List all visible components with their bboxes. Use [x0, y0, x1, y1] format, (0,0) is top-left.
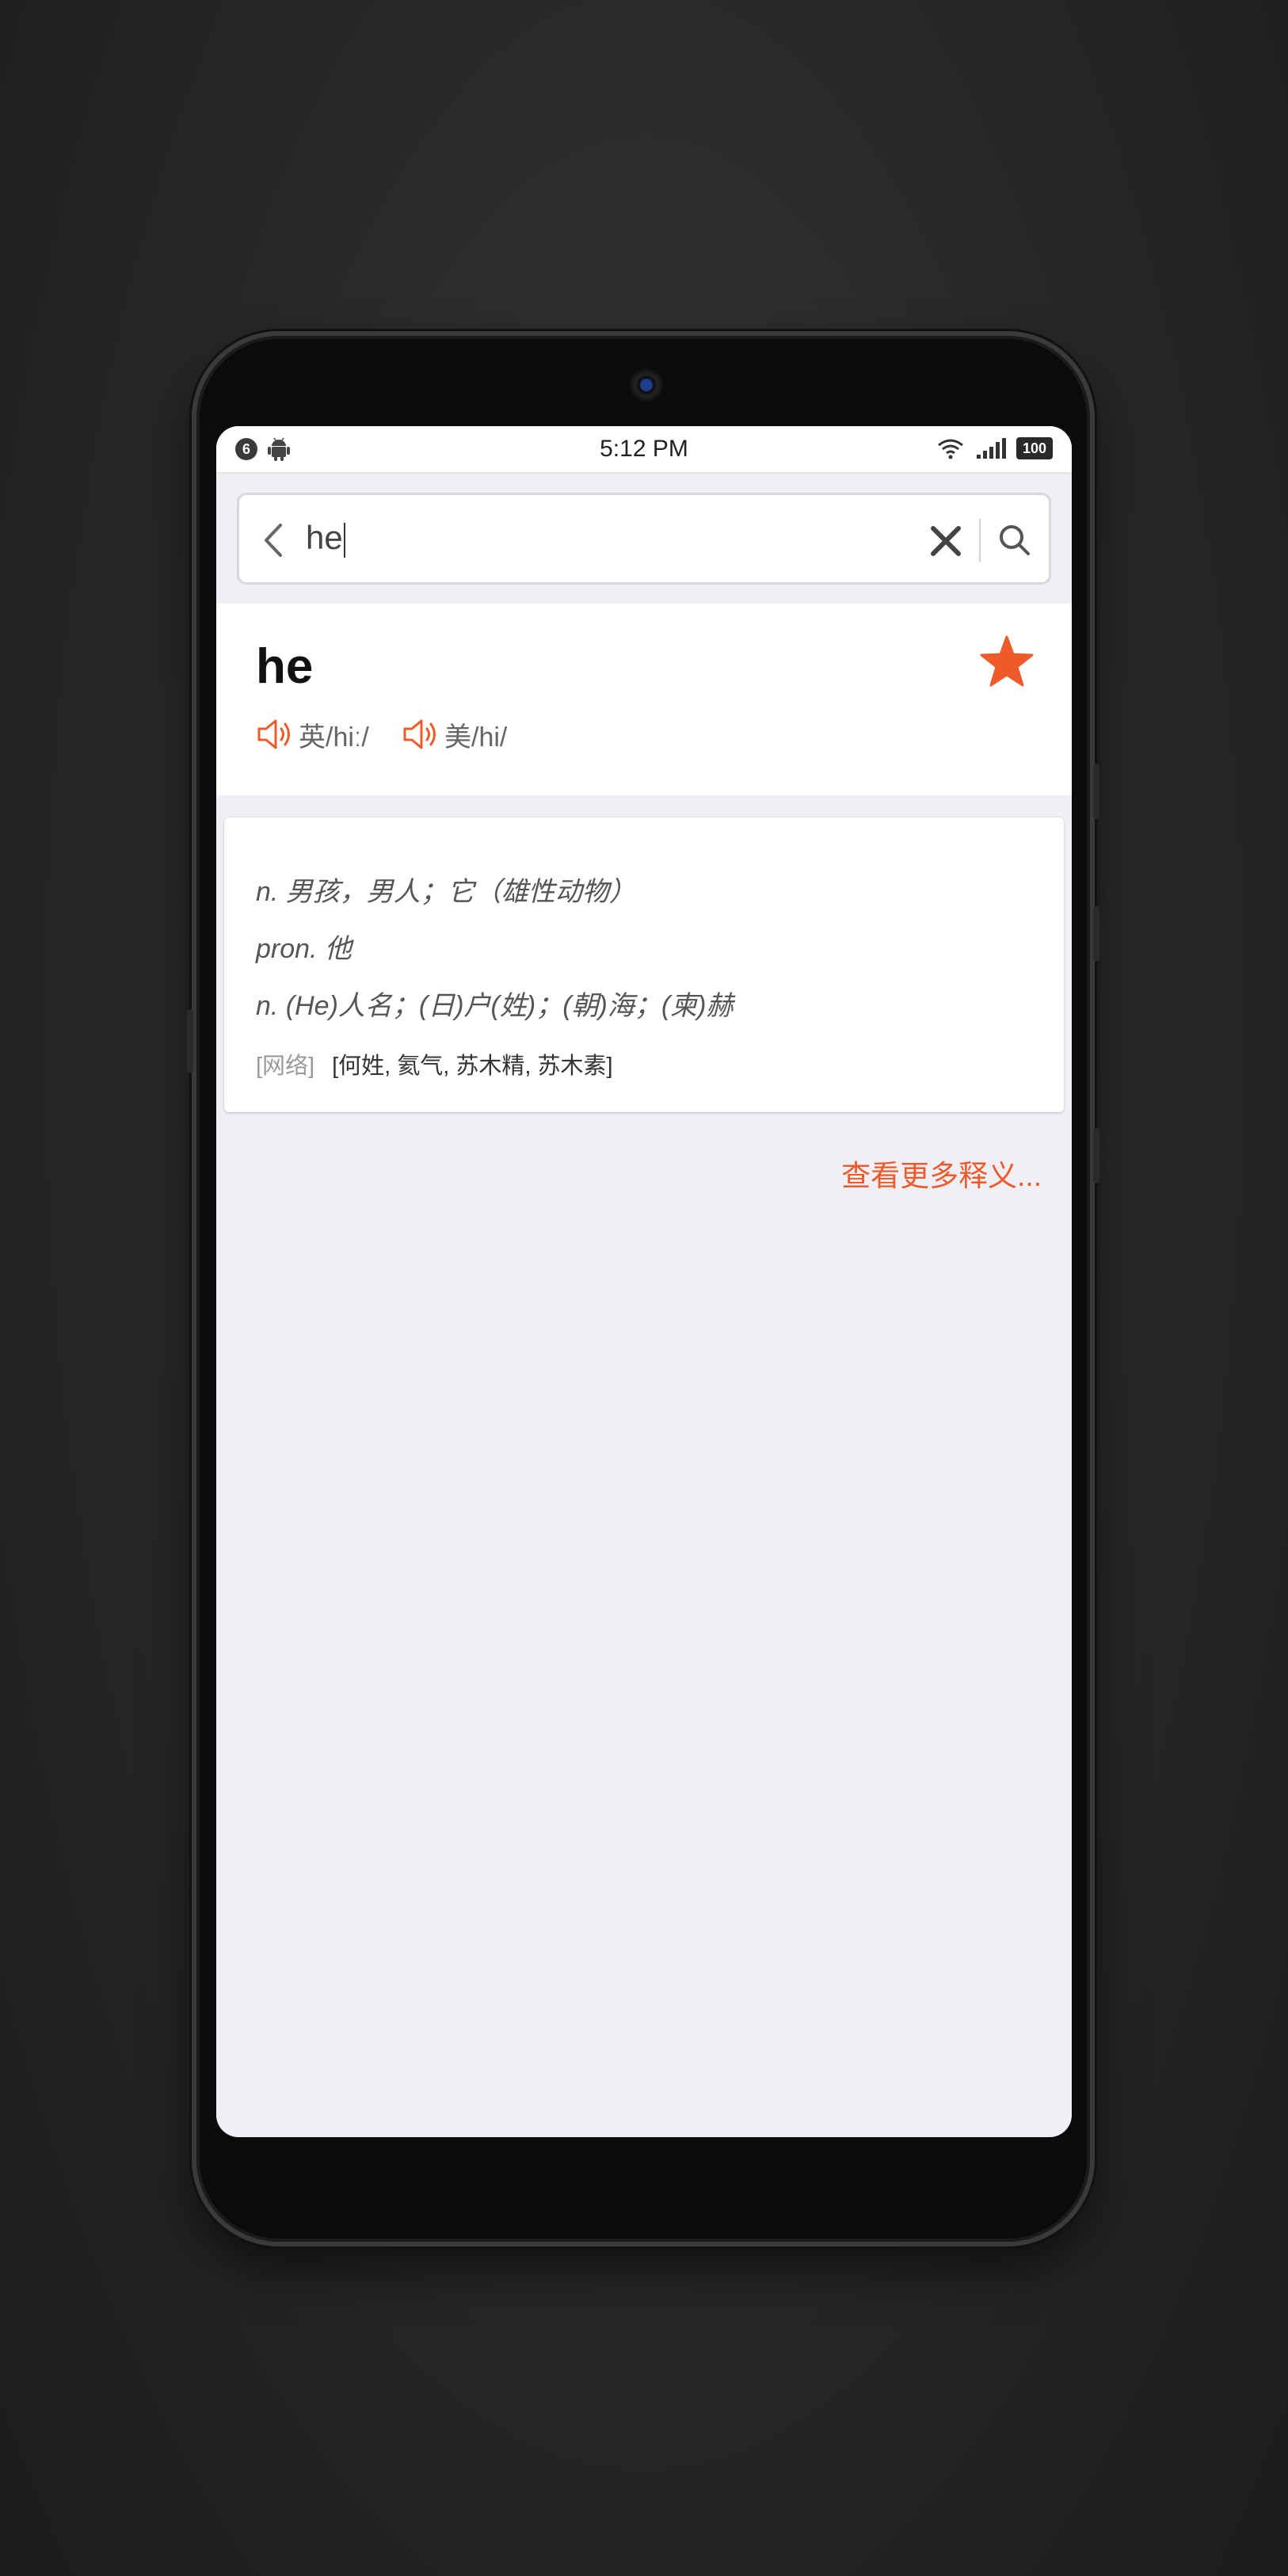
battery-icon: 100: [1016, 437, 1053, 459]
screen: 6 5:12 PM 100 he he 英/hiː/ 美/hi/ n. 男孩，男…: [216, 426, 1072, 2137]
definitions-card: n. 男孩，男人；它（雄性动物） pron. 他 n. (He)人名；(日)户(…: [224, 817, 1064, 1112]
wifi-icon: [938, 439, 963, 459]
favorite-star-icon[interactable]: [980, 635, 1034, 688]
search-icon[interactable]: [996, 522, 1033, 558]
us-pronunciation-label: 美/hi/: [444, 722, 508, 753]
status-bar: 6 5:12 PM 100: [216, 426, 1072, 474]
web-definitions: [网络] [何姓, 氦气, 苏木精, 苏木素]: [256, 1047, 613, 1080]
front-camera: [629, 368, 664, 402]
text-caret: [343, 522, 345, 558]
signal-icon: [977, 438, 1006, 459]
clear-icon[interactable]: [927, 522, 965, 560]
speaker-icon: [403, 719, 436, 749]
search-query-text: he: [306, 519, 343, 556]
definition-line: n. 男孩，男人；它（雄性动物）: [256, 877, 636, 907]
back-arrow-icon[interactable]: [258, 520, 290, 560]
headword: he: [256, 639, 314, 694]
search-input[interactable]: he: [306, 519, 345, 558]
word-header: he 英/hiː/ 美/hi/: [216, 604, 1072, 795]
speaker-icon: [257, 719, 290, 749]
us-pronunciation-button[interactable]: 美/hi/: [402, 714, 507, 754]
side-button: [187, 1009, 193, 1073]
web-meanings: [何姓, 氦气, 苏木精, 苏木素]: [332, 1054, 613, 1079]
volume-up-button: [1093, 764, 1099, 819]
volume-down-button: [1093, 906, 1099, 962]
power-button: [1093, 1128, 1099, 1183]
search-divider: [979, 519, 981, 562]
uk-pronunciation-label: 英/hiː/: [299, 722, 369, 753]
definition-line: pron. 他: [256, 934, 352, 964]
uk-pronunciation-button[interactable]: 英/hiː/: [256, 714, 369, 754]
search-bar[interactable]: he: [237, 493, 1051, 585]
web-tag: [网络]: [256, 1054, 315, 1079]
definition-line: n. (He)人名；(日)户(姓)；(朝)海；(柬)赫: [256, 991, 734, 1021]
more-definitions-link[interactable]: 查看更多释义...: [841, 1152, 1042, 1195]
